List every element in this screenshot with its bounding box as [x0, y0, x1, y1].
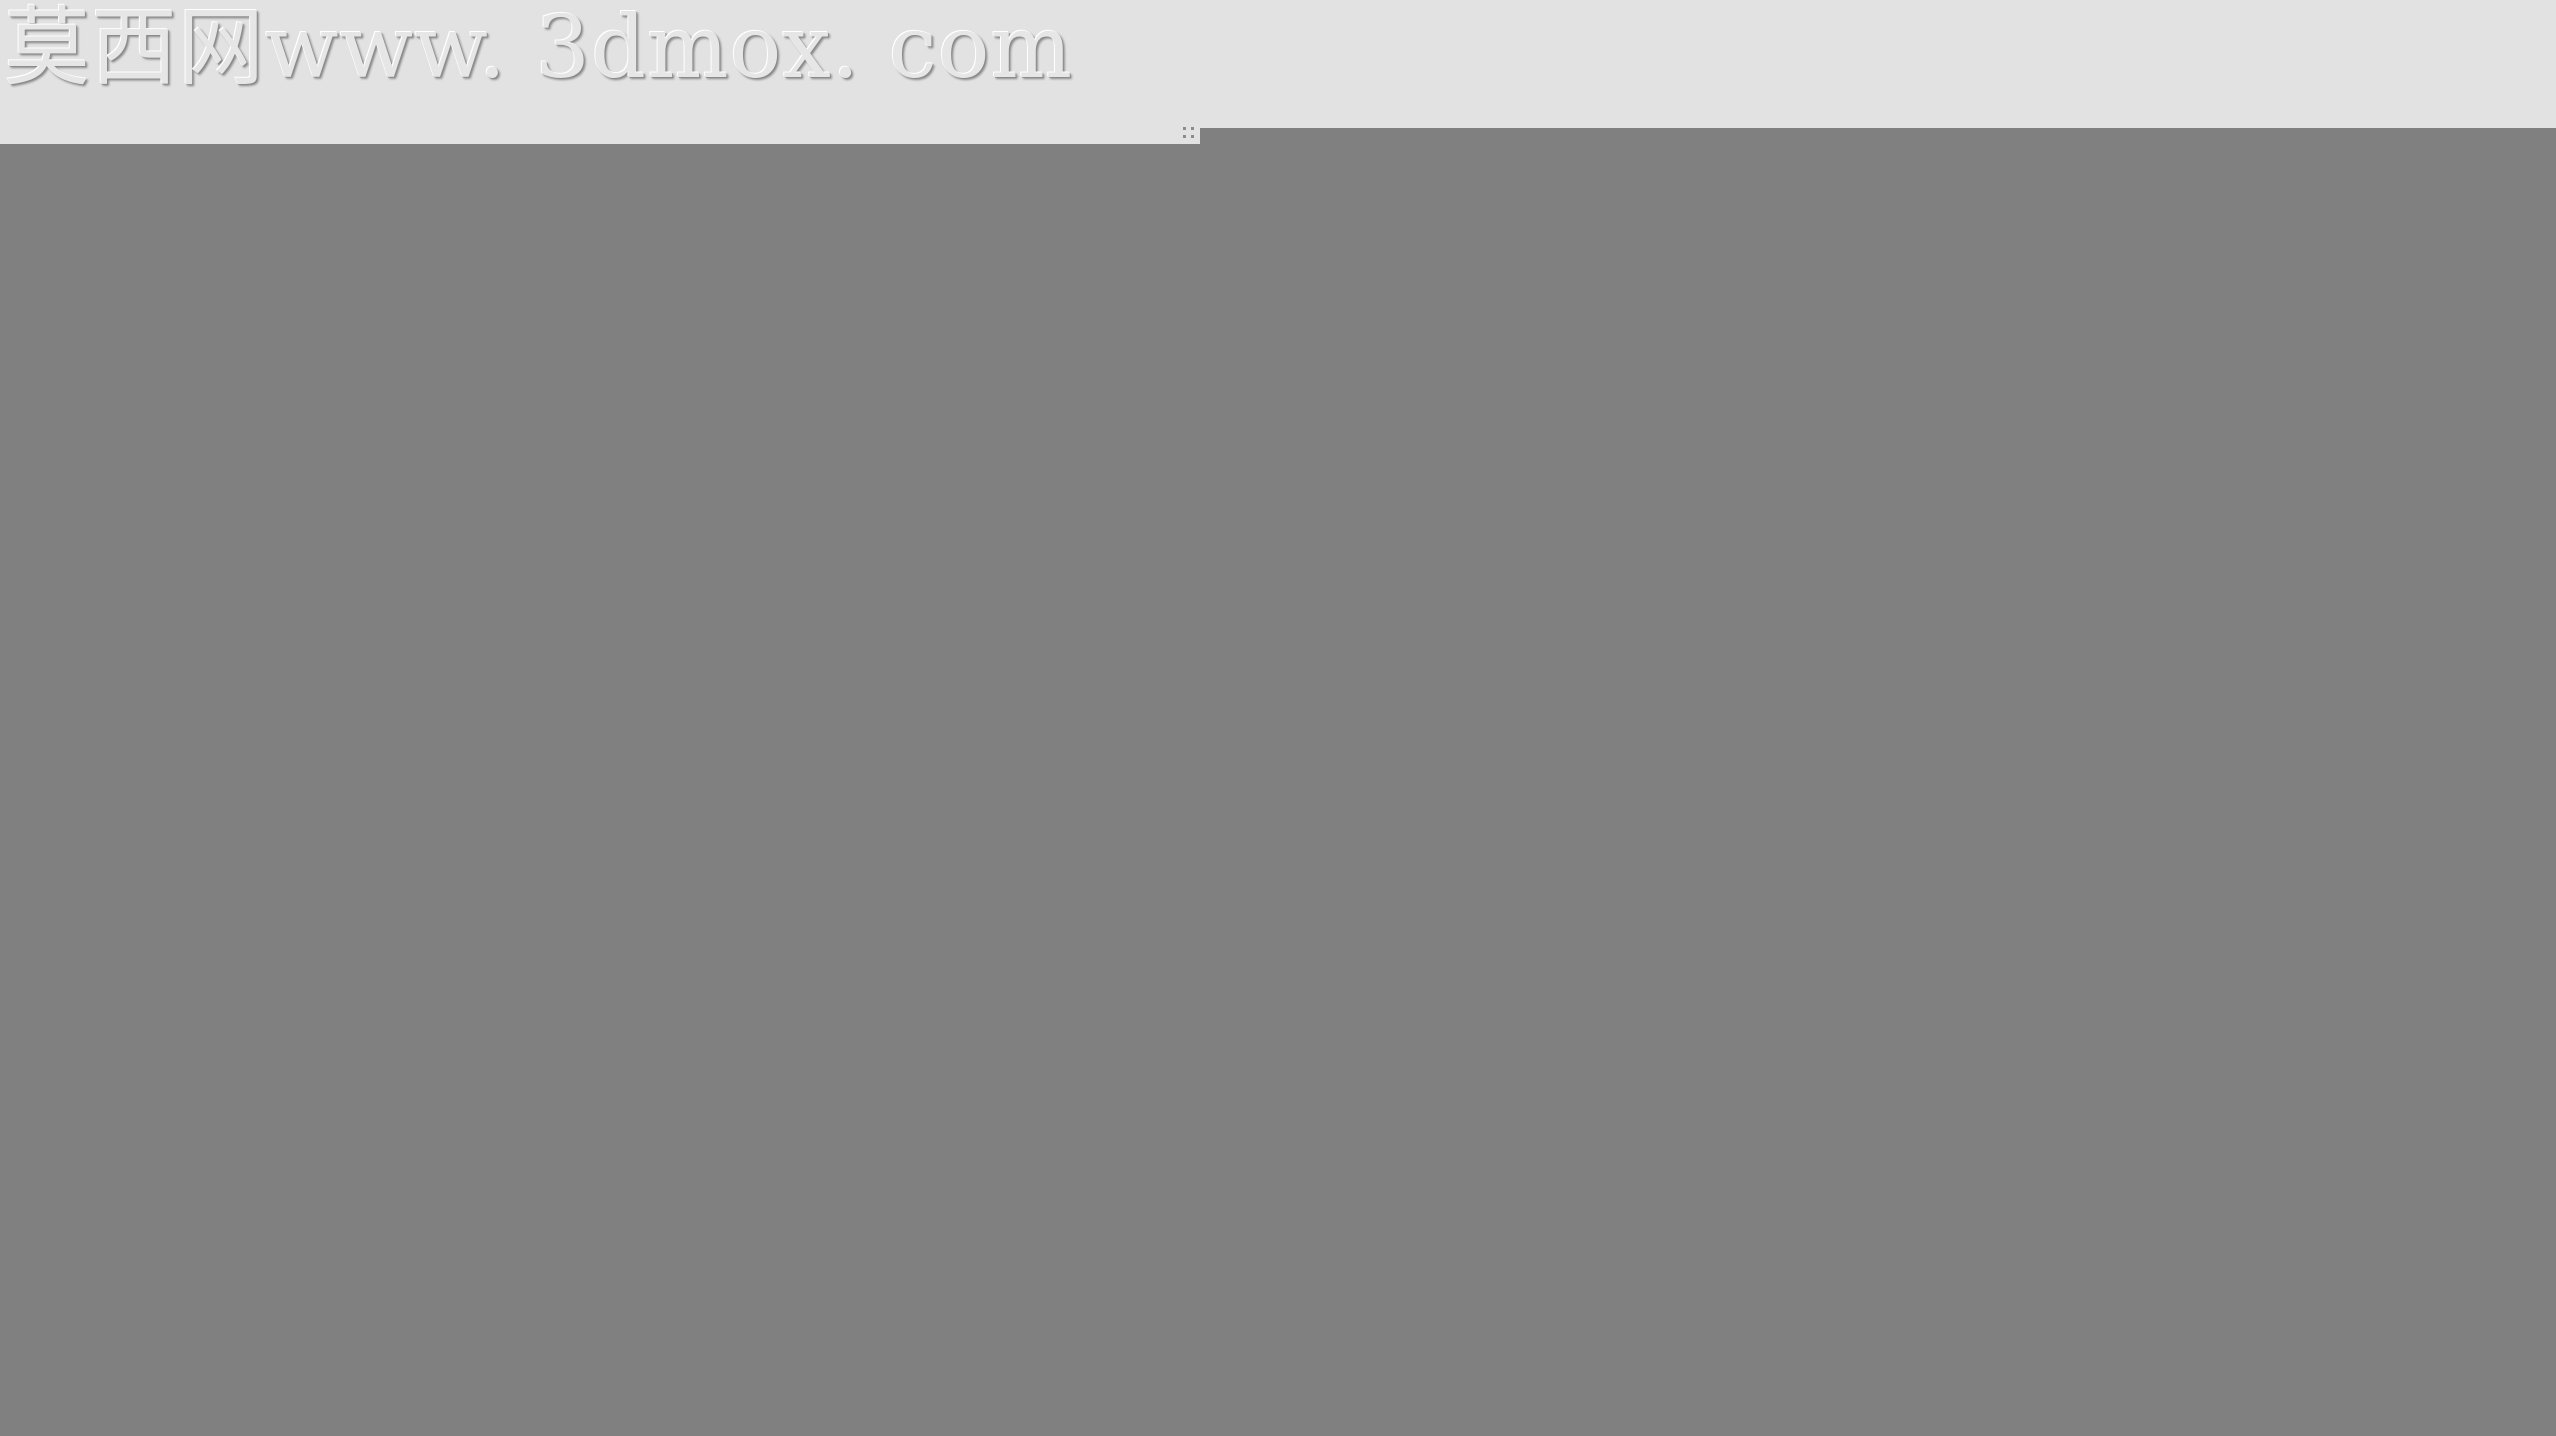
application-window: 莫西网www. 3dmox. com — [0, 0, 2556, 1436]
grip-dot — [1183, 135, 1186, 138]
grip-dot — [1191, 127, 1194, 130]
grip-dot — [1183, 127, 1186, 130]
watermark-text: 莫西网www. 3dmox. com — [4, 0, 1074, 98]
canvas-area-left[interactable] — [0, 144, 1200, 1436]
canvas-area-right[interactable] — [1200, 128, 2556, 1436]
grip-icon[interactable] — [1182, 126, 1196, 140]
grip-dot — [1191, 135, 1194, 138]
